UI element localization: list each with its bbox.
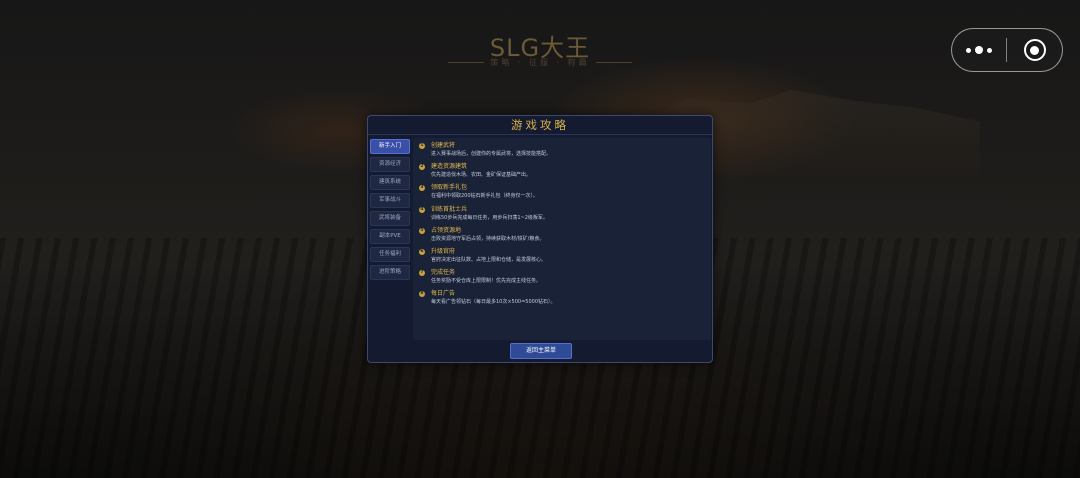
tab-pve[interactable]: 副本PVE [370, 229, 410, 244]
step-description: 在福利中领取200钻石新手礼包（终身仅一次）。 [431, 193, 539, 200]
step-description: 任务奖励不受仓库上限限制！优先完成主线任务。 [431, 278, 542, 285]
step-title: 占领资源地 [431, 226, 462, 234]
back-to-main-menu-button[interactable]: 返回主菜单 [510, 343, 572, 359]
step-number-badge: 4 [419, 206, 425, 213]
guide-step: 5 占领资源地 击败资源地守军后占领，持续获取木材/铁矿/粮食。 [419, 227, 711, 248]
step-number-badge: 7 [419, 270, 425, 277]
step-title: 创建武将 [431, 142, 456, 149]
step-number-badge: 3 [419, 185, 425, 192]
game-subtitle: 策略 · 征服 · 称霸 [490, 58, 590, 67]
step-title: 升级官府 [431, 247, 456, 255]
dot [975, 46, 983, 54]
guide-step: 8 每日广告 每天看广告领钻石（每日最多10次×500=5000钻石）。 [419, 290, 711, 311]
target-close-icon[interactable] [1007, 29, 1062, 71]
step-title: 训练首批士兵 [431, 205, 468, 213]
tab-generals[interactable]: 武将装备 [370, 211, 410, 226]
step-description: 官府决定出征队数、占地上限和仓储，是发展核心。 [431, 256, 547, 263]
guide-step: 6 升级官府 官府决定出征队数、占地上限和仓储，是发展核心。 [419, 248, 711, 269]
subtitle-divider-left [448, 62, 485, 63]
step-description: 优先建造伐木场、农田、金矿保证基础产出。 [431, 172, 532, 179]
miniprogram-capsule [951, 28, 1063, 72]
step-title: 完成任务 [431, 269, 456, 277]
tab-military[interactable]: 军事战斗 [370, 193, 410, 208]
tab-advanced[interactable]: 进阶策略 [370, 265, 410, 280]
subtitle-divider-right [595, 62, 632, 63]
guide-step: 7 完成任务 任务奖励不受仓库上限限制！优先完成主线任务。 [419, 269, 711, 290]
step-number-badge: 6 [419, 248, 425, 255]
step-number-badge: 2 [419, 164, 425, 171]
tab-tasks[interactable]: 任务福利 [370, 247, 410, 262]
guide-step: 1 创建武将 进入赛事战场后，创建你的专属武将，选择技能搭配。 [419, 142, 711, 163]
step-description: 每天看广告领钻石（每日最多10次×500=5000钻石）。 [431, 299, 556, 306]
step-number-badge: 8 [419, 291, 425, 298]
step-description: 进入赛事战场后，创建你的专属武将，选择技能搭配。 [431, 151, 552, 157]
step-description: 训练50步兵完成每日任务，用步兵扫荡1~2级叛军。 [431, 214, 548, 221]
dialog-title: 游戏攻略 [368, 116, 712, 135]
guide-content: 1 创建武将 进入赛事战场后，创建你的专属武将，选择技能搭配。 2 建造资源建筑… [413, 138, 711, 340]
tab-economy[interactable]: 资源经济 [370, 157, 410, 172]
guide-step: 2 建造资源建筑 优先建造伐木场、农田、金矿保证基础产出。 [419, 163, 711, 184]
step-description: 击败资源地守军后占领，持续获取木材/铁矿/粮食。 [431, 235, 545, 242]
step-number-badge: 1 [419, 143, 425, 149]
guide-tabs: 新手入门 资源经济 建筑系统 军事战斗 武将装备 副本PVE 任务福利 进阶策略 [370, 139, 411, 283]
more-dots-icon[interactable] [952, 29, 1006, 71]
step-title: 领取新手礼包 [431, 184, 468, 192]
close-ring [1023, 39, 1046, 61]
step-title: 每日广告 [431, 290, 456, 298]
step-number-badge: 5 [419, 227, 425, 234]
game-subtitle-row: 策略 · 征服 · 称霸 [0, 57, 1080, 68]
tab-beginner[interactable]: 新手入门 [370, 139, 410, 154]
close-dot [1030, 45, 1039, 55]
guide-step: 4 训练首批士兵 训练50步兵完成每日任务，用步兵扫荡1~2级叛军。 [419, 206, 711, 227]
tab-buildings[interactable]: 建筑系统 [370, 175, 410, 190]
dot [966, 47, 971, 53]
guide-dialog: 游戏攻略 新手入门 资源经济 建筑系统 军事战斗 武将装备 副本PVE 任务福利… [367, 115, 713, 363]
dot [987, 47, 992, 53]
step-title: 建造资源建筑 [431, 163, 468, 171]
guide-step: 3 领取新手礼包 在福利中领取200钻石新手礼包（终身仅一次）。 [419, 184, 711, 205]
